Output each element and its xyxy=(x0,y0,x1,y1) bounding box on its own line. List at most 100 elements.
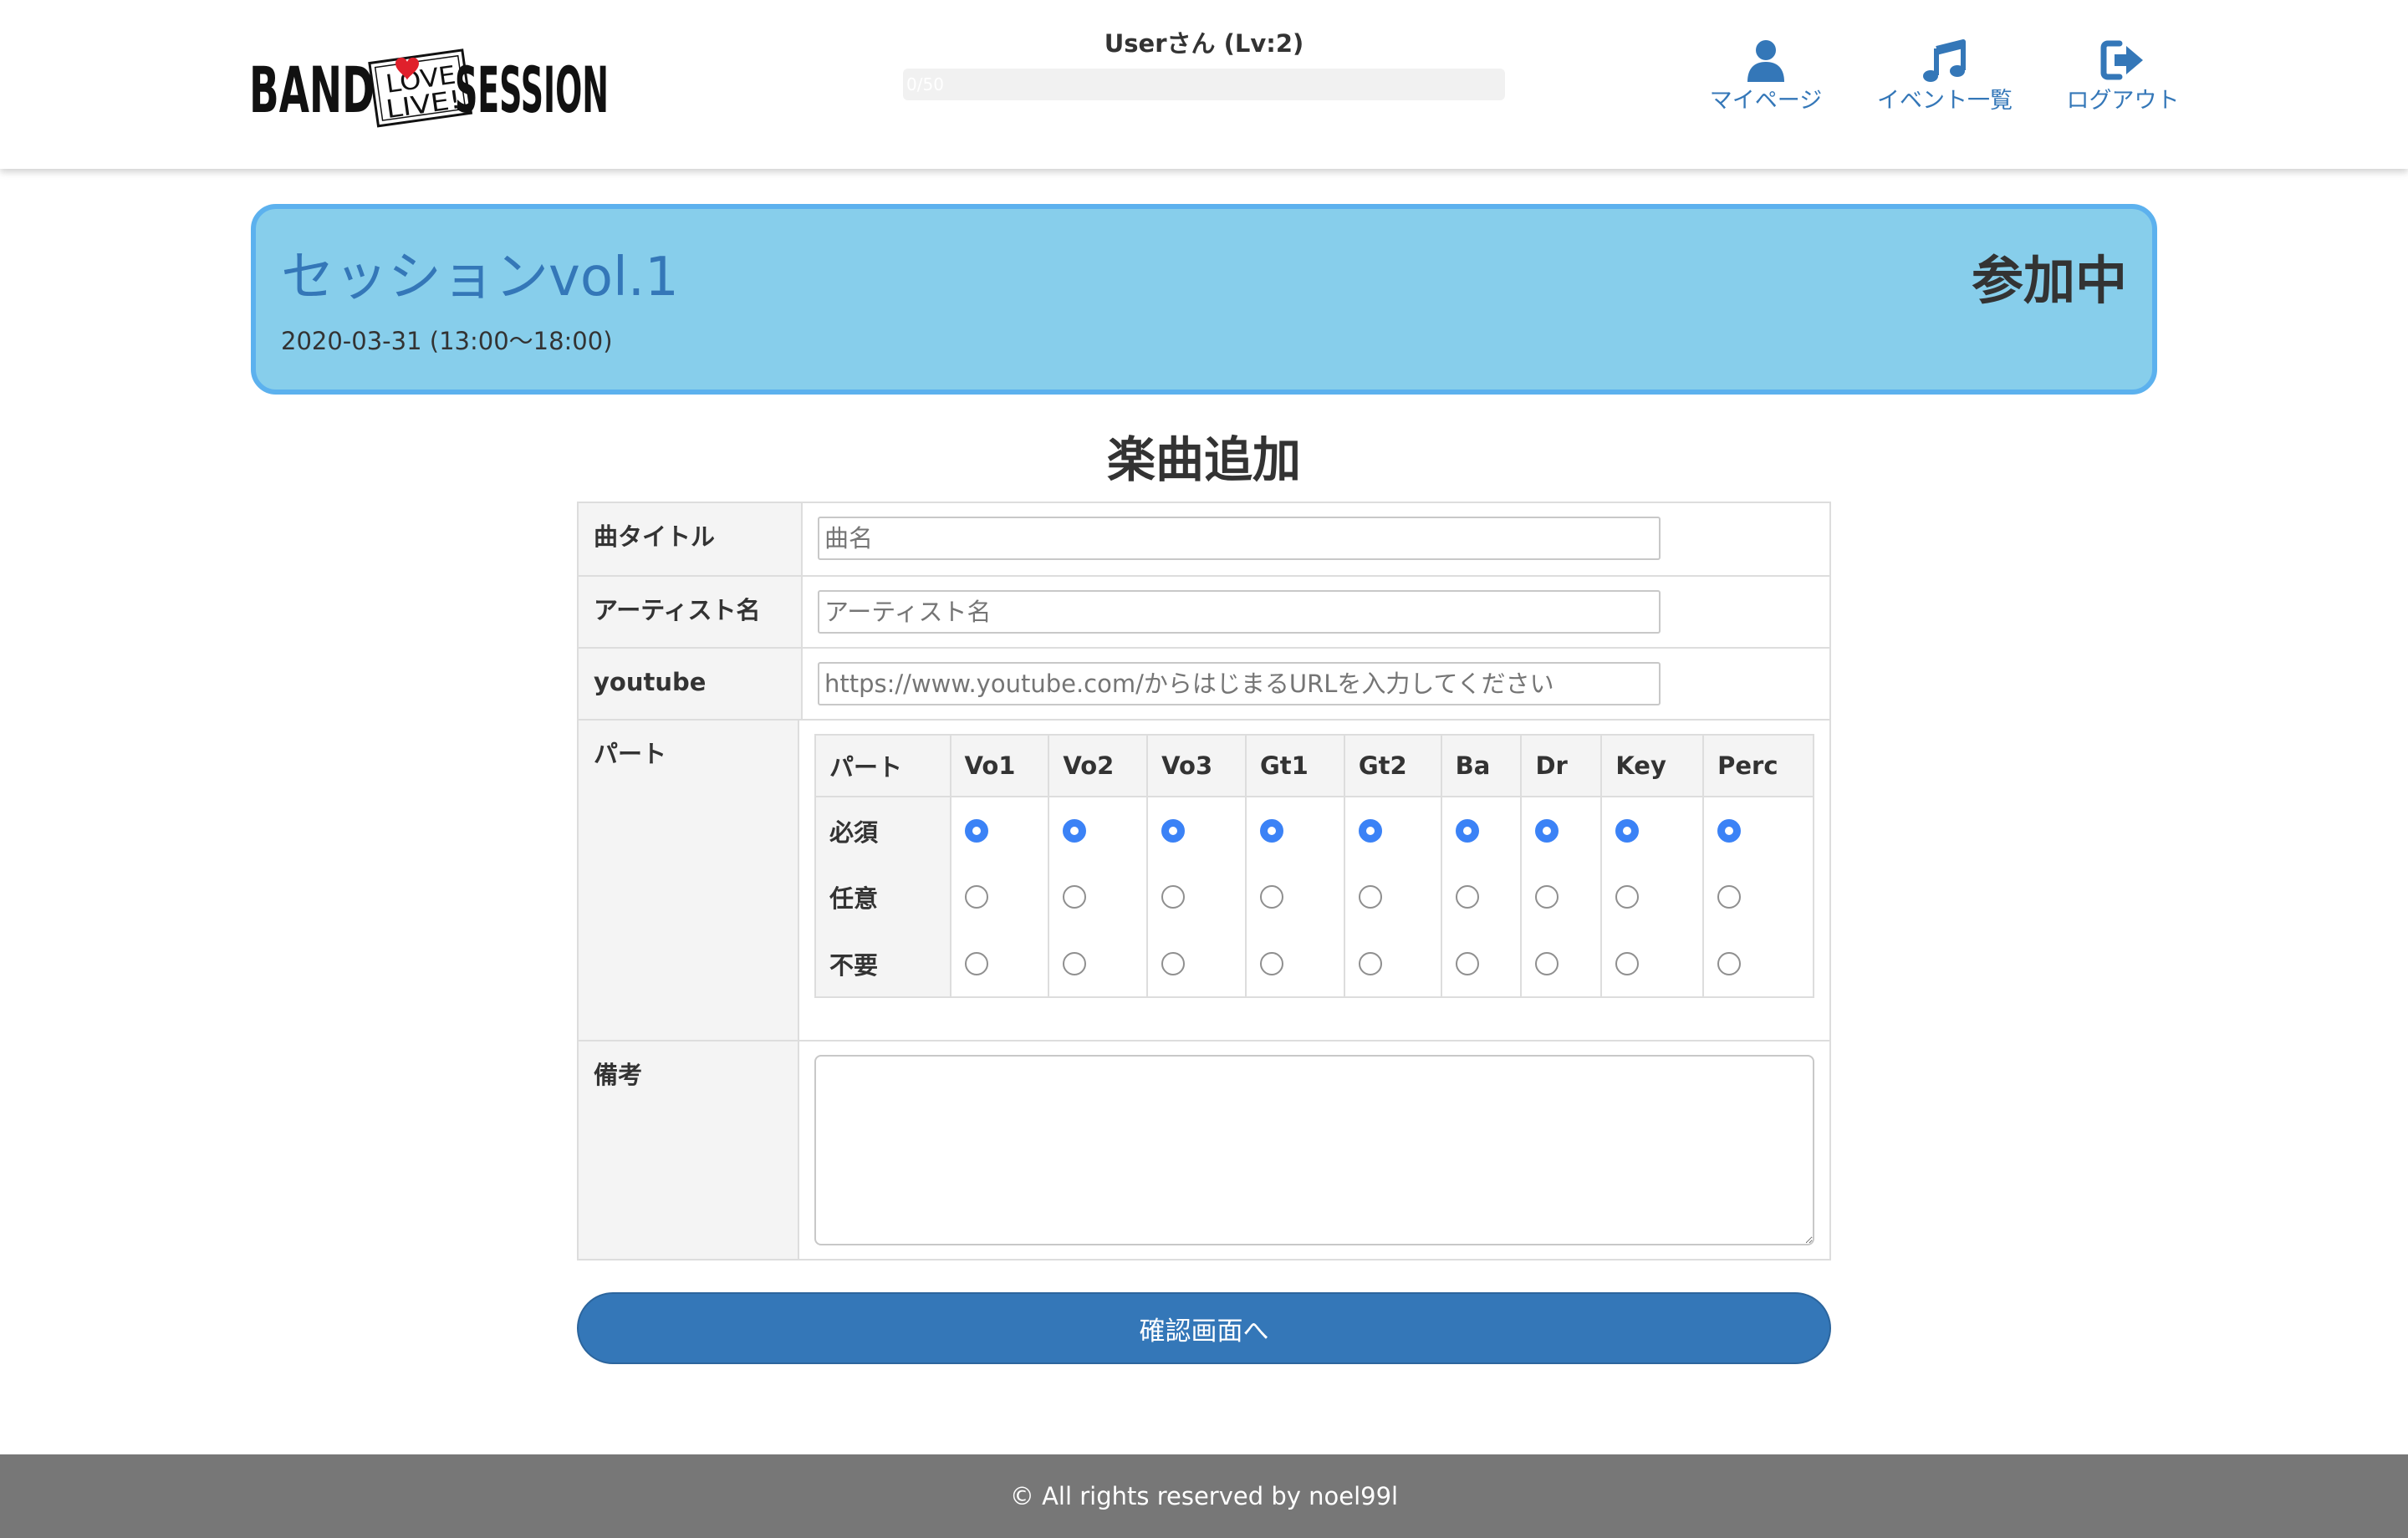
level-label: 不要 xyxy=(815,930,951,997)
song-title-input[interactable] xyxy=(818,517,1661,560)
part-radio-cell xyxy=(1246,930,1345,997)
event-banner: セッションvol.1 2020-03-31 (13:00〜18:00) 参加中 xyxy=(251,204,2157,395)
part-column-perc: Perc xyxy=(1703,735,1814,797)
nav-event-list[interactable]: イベント一覧 xyxy=(1873,37,2017,115)
part-radio-cell xyxy=(950,930,1050,997)
part-level-row: 必須 xyxy=(815,797,1814,863)
part-column-gt2: Gt2 xyxy=(1344,735,1442,797)
song-title-row: 曲タイトル xyxy=(579,503,1829,575)
add-song-form: 曲タイトル アーティスト名 youtube パート パートVo1Vo2Vo3Gt… xyxy=(577,502,1831,1260)
nav-mypage[interactable]: マイページ xyxy=(1706,37,1826,115)
user-name: Userさん (Lv:2) xyxy=(1104,29,1304,58)
part-radio-cell xyxy=(1048,930,1149,997)
level-progress-label: 0/50 xyxy=(906,74,944,94)
part-level-row: 不要 xyxy=(815,930,1814,997)
radio-key-3[interactable] xyxy=(1615,951,1640,975)
youtube-url-input[interactable] xyxy=(818,662,1661,705)
artist-label: アーティスト名 xyxy=(579,577,803,647)
user-icon xyxy=(1747,40,1784,82)
part-radio-cell xyxy=(1601,930,1705,997)
radio-perc-3[interactable] xyxy=(1717,951,1742,975)
song-title-label: 曲タイトル xyxy=(579,503,803,575)
parts-header-label: パート xyxy=(815,735,951,797)
part-radio-cell xyxy=(1344,797,1442,863)
radio-vo3-1[interactable] xyxy=(1161,818,1186,843)
note-row: 備考 xyxy=(579,1040,1829,1259)
radio-vo1-3[interactable] xyxy=(964,951,988,975)
site-footer: © All rights reserved by noel99l xyxy=(0,1454,2408,1538)
part-column-ba: Ba xyxy=(1441,735,1523,797)
artist-input[interactable] xyxy=(818,590,1661,634)
part-radio-cell xyxy=(1521,930,1603,997)
sign-out-icon xyxy=(2100,40,2143,80)
part-radio-cell xyxy=(1703,930,1814,997)
part-radio-cell xyxy=(1147,797,1247,863)
part-column-gt1: Gt1 xyxy=(1246,735,1345,797)
part-radio-cell xyxy=(1601,797,1705,863)
part-column-vo2: Vo2 xyxy=(1048,735,1149,797)
radio-dr-1[interactable] xyxy=(1535,818,1559,843)
radio-ba-1[interactable] xyxy=(1455,818,1479,843)
radio-perc-1[interactable] xyxy=(1717,818,1742,843)
radio-vo3-2[interactable] xyxy=(1161,885,1186,909)
note-label: 備考 xyxy=(579,1041,799,1259)
part-radio-cell xyxy=(1703,863,1814,930)
part-radio-cell xyxy=(1246,797,1345,863)
radio-ba-2[interactable] xyxy=(1455,885,1479,909)
part-label: パート xyxy=(579,721,799,1040)
radio-vo2-2[interactable] xyxy=(1063,885,1087,909)
part-row: パート パート Vo1 Vo2 Vo3 Gt1 Gt2 Ba Dr Key Perc 必須 任意 不要 xyxy=(579,719,1829,1040)
note-textarea[interactable] xyxy=(814,1055,1814,1245)
radio-dr-2[interactable] xyxy=(1535,885,1559,909)
radio-key-1[interactable] xyxy=(1615,818,1640,843)
part-radio-cell xyxy=(950,797,1050,863)
radio-vo3-3[interactable] xyxy=(1161,951,1186,975)
copyright-text: © All rights reserved by noel99l xyxy=(1009,1482,1399,1510)
radio-perc-2[interactable] xyxy=(1717,885,1742,909)
parts-table: パート Vo1 Vo2 Vo3 Gt1 Gt2 Ba Dr Key Perc 必須 任意 不要 xyxy=(814,734,1814,998)
radio-ba-3[interactable] xyxy=(1455,951,1479,975)
band-session-logo[interactable]: BAND LOVE LIVE! SESSION xyxy=(249,38,609,130)
part-radio-cell xyxy=(1441,863,1523,930)
site-header: BAND LOVE LIVE! SESSION Userさん (Lv:2) 0/… xyxy=(0,0,2408,169)
radio-gt2-2[interactable] xyxy=(1358,885,1382,909)
part-radio-cell xyxy=(1048,863,1149,930)
radio-gt1-1[interactable] xyxy=(1260,818,1283,843)
radio-vo2-1[interactable] xyxy=(1063,818,1087,843)
part-radio-cell xyxy=(1344,863,1442,930)
radio-gt2-3[interactable] xyxy=(1358,951,1382,975)
part-radio-cell xyxy=(950,863,1050,930)
event-status: 参加中 xyxy=(1971,250,2127,311)
part-radio-cell xyxy=(1441,797,1523,863)
radio-dr-3[interactable] xyxy=(1535,951,1559,975)
page-title: 楽曲追加 xyxy=(1106,431,1301,488)
nav-event-list-label: イベント一覧 xyxy=(1877,88,2013,114)
logo-image: BAND LOVE LIVE! SESSION xyxy=(249,48,609,128)
part-column-vo1: Vo1 xyxy=(950,735,1050,797)
radio-vo1-2[interactable] xyxy=(964,885,988,909)
part-radio-cell xyxy=(1441,930,1523,997)
radio-key-2[interactable] xyxy=(1615,885,1640,909)
artist-row: アーティスト名 xyxy=(579,575,1829,647)
nav-mypage-label: マイページ xyxy=(1709,88,1823,114)
part-radio-cell xyxy=(1521,863,1603,930)
youtube-row: youtube xyxy=(579,647,1829,719)
radio-gt1-2[interactable] xyxy=(1260,885,1283,909)
level-label: 任意 xyxy=(815,863,951,930)
part-column-key: Key xyxy=(1601,735,1705,797)
part-radio-cell xyxy=(1246,863,1345,930)
confirm-button[interactable]: 確認画面へ xyxy=(577,1292,1831,1364)
event-title: セッションvol.1 xyxy=(281,247,679,308)
user-status: Userさん (Lv:2) 0/50 xyxy=(903,27,1505,100)
radio-vo1-1[interactable] xyxy=(964,818,988,843)
nav-logout[interactable]: ログアウト xyxy=(2062,37,2184,115)
radio-gt2-1[interactable] xyxy=(1358,818,1382,843)
nav-logout-label: ログアウト xyxy=(2066,88,2180,114)
part-radio-cell xyxy=(1048,797,1149,863)
event-date: 2020-03-31 (13:00〜18:00) xyxy=(281,327,613,355)
part-column-dr: Dr xyxy=(1521,735,1603,797)
youtube-label: youtube xyxy=(579,649,803,719)
radio-gt1-3[interactable] xyxy=(1260,951,1283,975)
level-progress-bar: 0/50 xyxy=(903,69,1505,100)
radio-vo2-3[interactable] xyxy=(1063,951,1087,975)
